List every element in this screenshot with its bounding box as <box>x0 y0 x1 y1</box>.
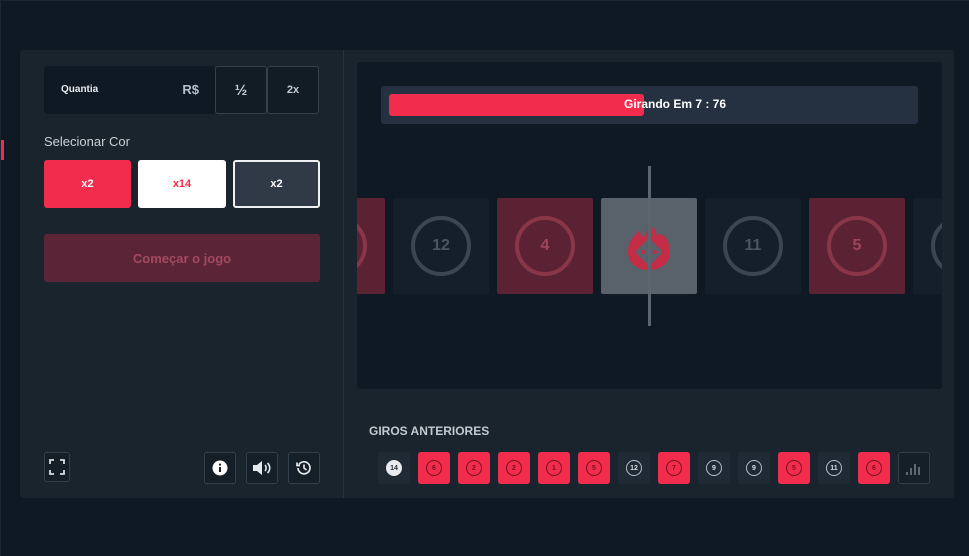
history-item: 7 <box>658 452 690 484</box>
game-panel: Quantia R$ ½ 2x Selecionar Cor x2 x14 x2… <box>20 50 954 498</box>
history-number: 6 <box>426 460 442 476</box>
history-item: 9 <box>738 452 770 484</box>
fullscreen-button[interactable] <box>44 452 70 482</box>
history-item: 1 <box>538 452 570 484</box>
history-item: 6 <box>418 452 450 484</box>
history-item: 6 <box>858 452 890 484</box>
history-number: 5 <box>786 460 802 476</box>
fullscreen-icon <box>49 459 65 475</box>
history-number: 6 <box>866 460 882 476</box>
roulette-tile: 4 <box>497 198 593 294</box>
roulette-area: Girando Em 7 : 76 12 4 11 5 <box>357 62 942 389</box>
history-item: 11 <box>818 452 850 484</box>
history-item: 2 <box>458 452 490 484</box>
tile-number <box>931 216 942 276</box>
timer-progress-fill <box>389 94 644 116</box>
roulette-tile <box>913 198 942 294</box>
color-black-button[interactable]: x2 <box>233 160 320 208</box>
history-item: 5 <box>578 452 610 484</box>
tile-number: 4 <box>515 216 575 276</box>
tile-number: 5 <box>827 216 887 276</box>
history-number: 1 <box>546 460 562 476</box>
history-number: 5 <box>586 460 602 476</box>
history-number: 2 <box>506 460 522 476</box>
start-game-button[interactable]: Começar o jogo <box>44 234 320 282</box>
history-item: 5 <box>778 452 810 484</box>
previous-spins-title: GIROS ANTERIORES <box>369 424 490 438</box>
history-number: 12 <box>626 460 642 476</box>
history-number: 2 <box>466 460 482 476</box>
info-button[interactable] <box>204 452 236 484</box>
color-red-button[interactable]: x2 <box>44 160 131 208</box>
timer-text: Girando Em 7 : 76 <box>624 97 727 111</box>
history-item: 2 <box>498 452 530 484</box>
double-amount-button[interactable]: 2x <box>267 66 319 114</box>
amount-label: Quantia <box>61 84 99 95</box>
select-color-title: Selecionar Cor <box>44 134 130 149</box>
color-white-button[interactable]: x14 <box>138 160 226 208</box>
history-number: 14 <box>386 460 402 476</box>
spin-timer-bar: Girando Em 7 : 76 <box>381 86 918 124</box>
half-amount-button[interactable]: ½ <box>215 66 267 114</box>
history-item: 9 <box>698 452 730 484</box>
sound-button[interactable] <box>246 452 278 484</box>
tile-number <box>357 216 367 276</box>
roulette-tile: 12 <box>393 198 489 294</box>
history-icon <box>296 460 311 475</box>
top-divider <box>0 0 969 1</box>
left-divider <box>0 0 1 556</box>
history-item: 12 <box>618 452 650 484</box>
statistics-button[interactable] <box>898 452 930 484</box>
history-number: 7 <box>666 460 682 476</box>
roulette-tile: 5 <box>809 198 905 294</box>
amount-field[interactable]: Quantia R$ <box>44 66 215 114</box>
roulette-pointer <box>648 166 651 326</box>
history-number: 11 <box>826 460 842 476</box>
roulette-tile: 11 <box>705 198 801 294</box>
history-number: 9 <box>706 460 722 476</box>
sidebar-active-marker <box>1 140 4 160</box>
tile-number: 12 <box>411 216 471 276</box>
roulette-tile <box>357 198 385 294</box>
history-number: 9 <box>746 460 762 476</box>
sound-icon <box>253 461 271 475</box>
history-item: 14 <box>378 452 410 484</box>
currency-label: R$ <box>182 82 199 97</box>
bet-controls: Quantia R$ ½ 2x Selecionar Cor x2 x14 x2… <box>20 50 344 498</box>
info-icon <box>212 460 228 476</box>
history-button[interactable] <box>288 452 320 484</box>
tile-number: 11 <box>723 216 783 276</box>
bar-chart-icon <box>906 464 920 475</box>
